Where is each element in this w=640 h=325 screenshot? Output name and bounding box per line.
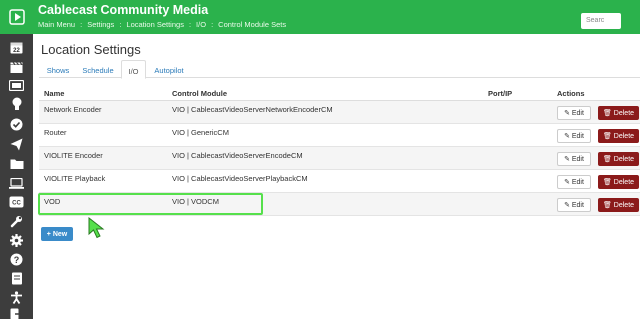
pencil-icon: ✎ — [564, 110, 572, 117]
edit-button-label: Edit — [571, 109, 584, 117]
row-name: VIOLITE Encoder — [44, 151, 103, 160]
breadcrumb-settings[interactable]: Settings — [87, 20, 114, 29]
breadcrumb: Main Menu: Settings: Location Settings: I/O… — [38, 20, 287, 29]
tab-bar: Shows Schedule I/O Autopilot — [39, 60, 640, 79]
edit-button[interactable]: ✎ Edit — [557, 175, 591, 189]
breadcrumb-main-menu[interactable]: Main Menu — [38, 20, 75, 29]
column-header-actions: Actions — [557, 89, 585, 98]
pencil-icon: ✎ — [564, 156, 572, 163]
trash-icon: 🗑 — [602, 133, 614, 140]
delete-button[interactable]: 🗑 Delete — [598, 175, 639, 189]
row-control-module: VIO | CablecastVideoServerNetworkEncoder… — [172, 105, 333, 114]
check-circle-icon[interactable] — [0, 113, 33, 135]
top-header: Cablecast Community Media Main Menu: Sett… — [33, 0, 640, 34]
new-button[interactable]: + New — [41, 227, 73, 241]
row-control-module: VIO | CablecastVideoServerEncodeCM — [172, 151, 303, 160]
sidebar: 22 CC ? — [0, 0, 33, 320]
tab-autopilot[interactable]: Autopilot — [151, 60, 187, 78]
table-row: VOD VIO | VODCM ✎ Edit 🗑 Delete — [39, 193, 640, 216]
row-control-module: VIO | CablecastVideoServerPlaybackCM — [172, 174, 308, 183]
trash-icon: 🗑 — [602, 179, 614, 186]
delete-button[interactable]: 🗑 Delete — [598, 198, 639, 212]
delete-button-label: Delete — [613, 109, 635, 117]
svg-text:CC: CC — [12, 201, 21, 207]
delete-button-label: Delete — [613, 201, 635, 209]
edit-button-label: Edit — [571, 201, 584, 209]
row-control-module: VIO | GenericCM — [172, 128, 229, 137]
delete-button-label: Delete — [613, 132, 635, 140]
edit-button[interactable]: ✎ Edit — [557, 198, 591, 212]
table-row: VIOLITE Encoder VIO | CablecastVideoServ… — [39, 147, 640, 170]
trash-icon: 🗑 — [602, 156, 614, 163]
row-name: Network Encoder — [44, 105, 102, 114]
delete-button[interactable]: 🗑 Delete — [598, 152, 639, 166]
trash-icon: 🗑 — [602, 110, 614, 117]
svg-text:22: 22 — [13, 48, 20, 54]
row-name: VIOLITE Playback — [44, 174, 106, 183]
edit-button-label: Edit — [571, 178, 584, 186]
brand-title[interactable]: Cablecast Community Media — [38, 3, 208, 17]
column-header-control-module: Control Module — [172, 89, 227, 98]
edit-button-label: Edit — [571, 155, 584, 163]
delete-button-label: Delete — [613, 178, 635, 186]
breadcrumb-location-settings[interactable]: Location Settings — [126, 20, 184, 29]
delete-button[interactable]: 🗑 Delete — [598, 106, 639, 120]
row-control-module: VIO | VODCM — [172, 197, 219, 206]
edit-button[interactable]: ✎ Edit — [557, 152, 591, 166]
tab-schedule[interactable]: Schedule — [80, 60, 116, 78]
breadcrumb-control-module-sets: Control Module Sets — [218, 20, 287, 29]
sign-out-icon[interactable] — [0, 303, 33, 325]
pencil-icon: ✎ — [564, 202, 572, 209]
delete-button[interactable]: 🗑 Delete — [598, 129, 639, 143]
svg-text:?: ? — [14, 255, 20, 265]
trash-icon: 🗑 — [602, 202, 614, 209]
edit-button-label: Edit — [571, 132, 584, 140]
table-row: VIOLITE Playback VIO | CablecastVideoSer… — [39, 170, 640, 193]
new-button-label: New — [52, 230, 68, 238]
edit-button[interactable]: ✎ Edit — [557, 129, 591, 143]
mouse-cursor-icon — [88, 217, 105, 239]
search-input[interactable]: Searc — [581, 13, 621, 29]
table-row: Network Encoder VIO | CablecastVideoServ… — [39, 101, 640, 124]
row-name: Router — [44, 128, 67, 137]
column-header-name: Name — [44, 89, 65, 98]
table-row: Router VIO | GenericCM ✎ Edit 🗑 Delete — [39, 124, 640, 147]
pencil-icon: ✎ — [564, 179, 572, 186]
row-name: VOD — [44, 197, 61, 206]
delete-button-label: Delete — [613, 155, 635, 163]
edit-button[interactable]: ✎ Edit — [557, 106, 591, 120]
breadcrumb-io[interactable]: I/O — [196, 20, 206, 29]
pencil-icon: ✎ — [564, 133, 572, 140]
send-icon[interactable] — [0, 133, 33, 155]
cablecast-logo-icon[interactable] — [0, 0, 33, 34]
calendar-icon[interactable]: 22 — [0, 36, 33, 58]
page-title: Location Settings — [41, 42, 141, 57]
tab-io[interactable]: I/O — [121, 60, 146, 79]
lightbulb-icon[interactable] — [0, 93, 33, 115]
column-header-port-ip: Port/IP — [488, 89, 513, 98]
tab-shows[interactable]: Shows — [43, 60, 73, 78]
